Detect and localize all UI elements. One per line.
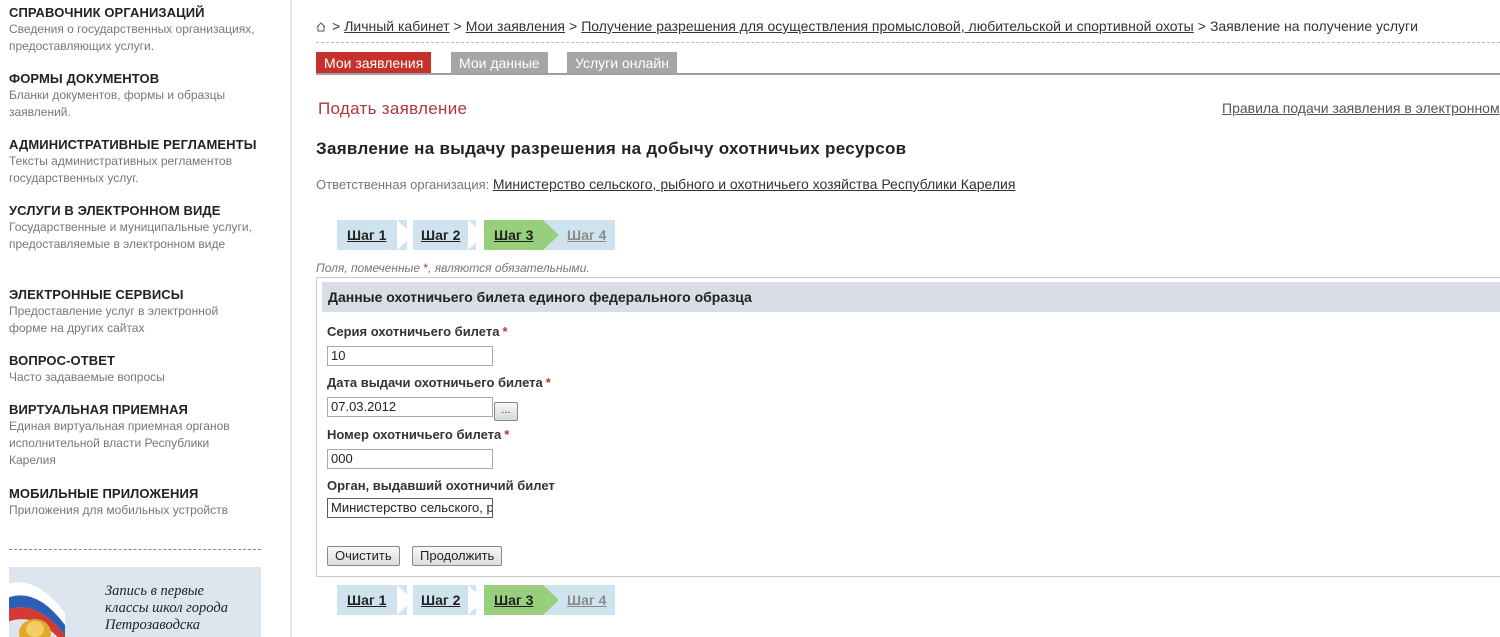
- sidebar-item-admin-regulations[interactable]: АДМИНИСТРАТИВНЫЕ РЕГЛАМЕНТЫ Тексты админ…: [9, 137, 259, 187]
- sidebar-item-faq[interactable]: ВОПРОС-ОТВЕТ Часто задаваемые вопросы: [9, 353, 259, 386]
- sidebar-item-title[interactable]: ФОРМЫ ДОКУМЕНТОВ: [9, 71, 259, 86]
- step-arrow-icon: [543, 585, 559, 615]
- sidebar-item-desc: Тексты административных регламентов госу…: [9, 154, 232, 185]
- step-4: Шаг 4: [559, 220, 615, 250]
- step-4: Шаг 4: [559, 585, 615, 615]
- breadcrumb-divider: [316, 42, 1500, 43]
- sidebar-item-desc: Предоставление услуг в электронной форме…: [9, 304, 219, 335]
- sidebar-item-desc: Единая виртуальная приемная органов испо…: [9, 419, 230, 467]
- sidebar-item-title[interactable]: СПРАВОЧНИК ОРГАНИЗАЦИЙ: [9, 5, 259, 20]
- tab-my-applications[interactable]: Мои заявления: [316, 52, 432, 73]
- breadcrumb-separator: >: [569, 18, 578, 34]
- sidebar-item-e-services[interactable]: УСЛУГИ В ЭЛЕКТРОННОМ ВИДЕ Государственны…: [9, 203, 259, 253]
- sidebar-item-title[interactable]: МОБИЛЬНЫЕ ПРИЛОЖЕНИЯ: [9, 486, 259, 501]
- home-icon[interactable]: [316, 22, 326, 32]
- sidebar-item-electronic-services[interactable]: ЭЛЕКТРОННЫЕ СЕРВИСЫ Предоставление услуг…: [9, 287, 259, 337]
- sidebar-item-mobile-apps[interactable]: МОБИЛЬНЫЕ ПРИЛОЖЕНИЯ Приложения для моби…: [9, 486, 259, 519]
- bell-flag-icon: [9, 582, 65, 637]
- issuing-authority-input[interactable]: Министерство сельского, р: [327, 498, 493, 518]
- breadcrumb-separator: >: [453, 18, 462, 34]
- breadcrumb-link-cabinet[interactable]: Личный кабинет: [344, 18, 449, 34]
- series-input[interactable]: 10: [327, 346, 493, 366]
- tab-my-data[interactable]: Мои данные: [451, 52, 548, 73]
- breadcrumb: > Личный кабинет > Мои заявления > Получение …: [316, 18, 1418, 34]
- step-arrow-icon: [397, 220, 413, 250]
- ticket-number-label: Номер охотничьего билета *: [327, 427, 510, 442]
- tabs-underline: [316, 73, 1500, 75]
- issue-date-label: Дата выдачи охотничьего билета *: [327, 375, 551, 390]
- series-label: Серия охотничьего билета *: [327, 324, 508, 339]
- sidebar-item-virtual-reception[interactable]: ВИРТУАЛЬНАЯ ПРИЕМНАЯ Единая виртуальная …: [9, 402, 259, 469]
- clear-button[interactable]: Очистить: [327, 546, 400, 566]
- sidebar-item-desc: Государственные и муниципальные услуги, …: [9, 220, 252, 251]
- step-2[interactable]: Шаг 2: [413, 585, 476, 615]
- responsible-organization: Ответственная организация: Министерство …: [316, 176, 1015, 192]
- sidebar-item-title[interactable]: ЭЛЕКТРОННЫЕ СЕРВИСЫ: [9, 287, 259, 302]
- breadcrumb-link-service[interactable]: Получение разрешения для осуществления п…: [581, 18, 1194, 34]
- sidebar-item-title[interactable]: АДМИНИСТРАТИВНЫЕ РЕГЛАМЕНТЫ: [9, 137, 259, 152]
- continue-button[interactable]: Продолжить: [412, 546, 503, 566]
- breadcrumb-separator: >: [332, 18, 341, 34]
- sidebar-item-title[interactable]: УСЛУГИ В ЭЛЕКТРОННОМ ВИДЕ: [9, 203, 259, 218]
- date-picker-button[interactable]: ...: [494, 402, 518, 421]
- column-divider: [290, 0, 292, 637]
- page-title: Заявление на выдачу разрешения на добычу…: [316, 139, 907, 158]
- breadcrumb-link-my-applications[interactable]: Мои заявления: [466, 18, 565, 34]
- step-indicator-bottom: Шаг 1 Шаг 2 Шаг 3 Шаг 4: [337, 585, 617, 615]
- required-fields-note: Поля, помеченные *, являются обязательны…: [316, 261, 590, 275]
- sidebar-item-desc: Сведения о государственных организациях,…: [9, 22, 255, 53]
- step-2[interactable]: Шаг 2: [413, 220, 476, 250]
- sidebar-separator: [9, 549, 261, 550]
- tab-online-services[interactable]: Услуги онлайн: [567, 52, 677, 73]
- issue-date-input[interactable]: 07.03.2012: [327, 397, 493, 417]
- breadcrumb-separator: >: [1197, 18, 1206, 34]
- sidebar-item-document-forms[interactable]: ФОРМЫ ДОКУМЕНТОВ Бланки документов, форм…: [9, 71, 259, 121]
- fieldset-heading: Данные охотничьего билета единого федера…: [322, 282, 1500, 312]
- step-arrow-icon: [397, 585, 413, 615]
- step-arrow-icon: [468, 220, 484, 250]
- org-label: Ответственная организация:: [316, 177, 490, 192]
- sidebar-item-desc: Бланки документов, формы и образцы заявл…: [9, 88, 226, 119]
- submission-rules-link[interactable]: Правила подачи заявления в электронном: [1222, 100, 1500, 116]
- sidebar-item-desc: Приложения для мобильных устройств: [9, 503, 228, 517]
- sidebar: СПРАВОЧНИК ОРГАНИЗАЦИЙ Сведения о госуда…: [0, 0, 290, 637]
- sidebar-item-desc: Часто задаваемые вопросы: [9, 370, 165, 384]
- hunting-ticket-fieldset: Данные охотничьего билета единого федера…: [316, 277, 1500, 577]
- step-arrow-icon: [543, 220, 559, 250]
- sidebar-item-title[interactable]: ВОПРОС-ОТВЕТ: [9, 353, 259, 368]
- ticket-number-input[interactable]: 000: [327, 449, 493, 469]
- sidebar-item-title[interactable]: ВИРТУАЛЬНАЯ ПРИЕМНАЯ: [9, 402, 259, 417]
- issuing-authority-label: Орган, выдавший охотничий билет: [327, 478, 555, 493]
- step-indicator-top: Шаг 1 Шаг 2 Шаг 3 Шаг 4: [337, 220, 617, 250]
- org-link[interactable]: Министерство сельского, рыбного и охотни…: [493, 176, 1016, 192]
- submit-application-heading: Подать заявление: [318, 99, 468, 118]
- step-arrow-icon: [468, 585, 484, 615]
- banner-text: Запись в первые классы школ города Петро…: [105, 583, 228, 633]
- school-enrollment-banner[interactable]: Запись в первые классы школ города Петро…: [9, 567, 261, 637]
- sidebar-item-org-directory[interactable]: СПРАВОЧНИК ОРГАНИЗАЦИЙ Сведения о госуда…: [9, 5, 259, 55]
- breadcrumb-current: Заявление на получение услуги: [1209, 18, 1418, 34]
